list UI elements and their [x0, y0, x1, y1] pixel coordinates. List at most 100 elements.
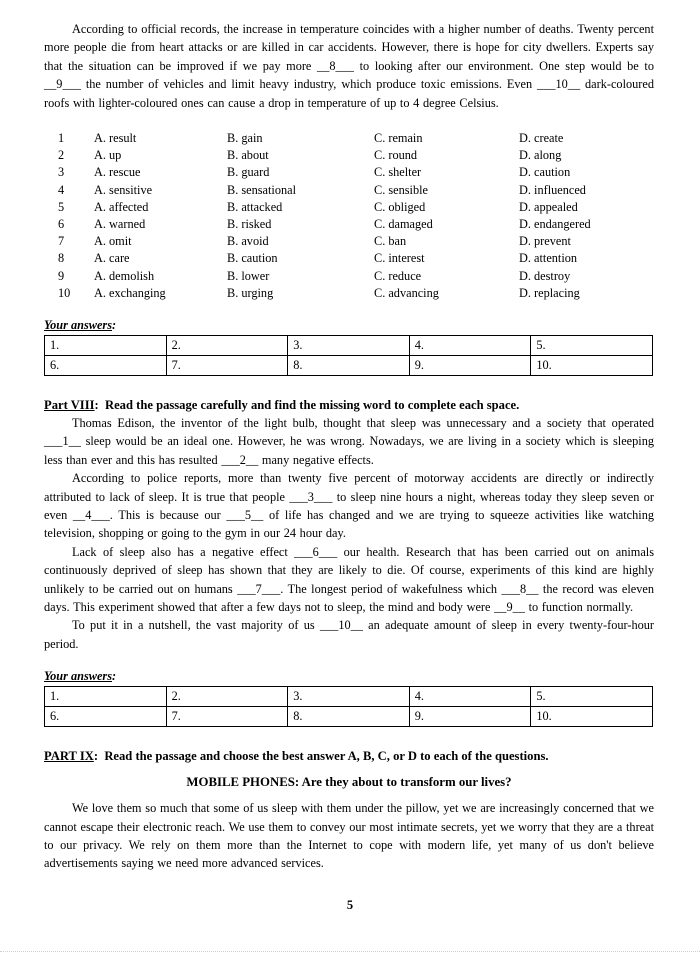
- mobile-phones-passage-title: MOBILE PHONES: Are they about to transfo…: [186, 775, 512, 790]
- answer-cell[interactable]: 6.: [44, 354, 167, 376]
- mc-number: 8: [58, 251, 65, 266]
- mc-number: 3: [58, 165, 65, 180]
- your-answers-text: Your answers: [44, 669, 112, 684]
- page-number: 5: [346, 898, 354, 912]
- answer-cell[interactable]: 7.: [165, 354, 289, 376]
- your-answers-colon: :: [112, 317, 117, 332]
- mc-option-a[interactable]: A. care: [94, 250, 130, 267]
- mc-option-c[interactable]: C. round: [374, 147, 417, 164]
- part-viii-paragraph-4: To put it in a nutshell, the vast majori…: [44, 618, 654, 651]
- mc-option-d[interactable]: D. influenced: [519, 182, 586, 199]
- mc-option-b[interactable]: B. sensational: [227, 182, 296, 199]
- answer-cell[interactable]: 7.: [165, 706, 289, 728]
- mc-option-a[interactable]: A. warned: [94, 216, 145, 233]
- mc-row: 8 A. care B. caution C. interest D. atte…: [44, 250, 654, 267]
- cloze-passage-paragraph: According to official records, the incre…: [44, 22, 654, 110]
- mc-option-b[interactable]: B. guard: [227, 164, 269, 181]
- mc-option-b[interactable]: B. attacked: [227, 199, 282, 216]
- mc-row: 6 A. warned B. risked C. damaged D. enda…: [44, 216, 654, 233]
- answer-cell[interactable]: 9.: [408, 354, 532, 376]
- mc-option-a[interactable]: A. affected: [94, 199, 148, 216]
- mc-option-c[interactable]: C. obliged: [374, 199, 425, 216]
- answer-cell[interactable]: 5.: [530, 334, 653, 356]
- answers-table-2: 1. 2. 3. 4. 5. 6. 7. 8. 9. 10.: [44, 686, 653, 728]
- answer-cell[interactable]: 8.: [287, 354, 410, 376]
- answer-cell[interactable]: 3.: [287, 334, 410, 356]
- mc-option-d[interactable]: D. along: [519, 147, 561, 164]
- mc-option-d[interactable]: D. attention: [519, 250, 577, 267]
- answer-cell[interactable]: 4.: [408, 686, 532, 708]
- mc-option-b[interactable]: B. about: [227, 147, 269, 164]
- table-row: 1. 2. 3. 4. 5.: [44, 686, 653, 708]
- answer-cell[interactable]: 1.: [44, 686, 167, 708]
- answer-cell[interactable]: 2.: [165, 334, 289, 356]
- mc-option-d[interactable]: D. create: [519, 130, 563, 147]
- mc-number: 10: [58, 285, 71, 300]
- answer-cell[interactable]: 9.: [408, 706, 532, 728]
- mc-option-b[interactable]: B. caution: [227, 250, 278, 267]
- mc-option-b[interactable]: B. gain: [227, 130, 263, 147]
- mc-option-b[interactable]: B. risked: [227, 216, 271, 233]
- part-viii-instruction: Read the passage carefully and find the …: [105, 397, 520, 412]
- mc-row: 5 A. affected B. attacked C. obliged D. …: [44, 199, 654, 216]
- part-viii-colon: :: [94, 397, 99, 412]
- mc-option-d[interactable]: D. replacing: [519, 285, 580, 302]
- answers-table-1: 1. 2. 3. 4. 5. 6. 7. 8. 9. 10.: [44, 334, 653, 376]
- mc-number: 1: [58, 131, 65, 146]
- mc-option-a[interactable]: A. rescue: [94, 164, 140, 181]
- mc-option-c[interactable]: C. reduce: [374, 268, 421, 285]
- table-row: 6. 7. 8. 9. 10.: [44, 706, 653, 728]
- mc-option-d[interactable]: D. destroy: [519, 268, 570, 285]
- mc-option-d[interactable]: D. prevent: [519, 233, 571, 250]
- mc-option-b[interactable]: B. lower: [227, 268, 269, 285]
- part-ix-instruction: Read the passage and choose the best ans…: [104, 749, 549, 764]
- part-viii-paragraph-2: According to police reports, more than t…: [44, 471, 654, 541]
- your-answers-label-2: Your answers:: [44, 669, 654, 684]
- answer-cell[interactable]: 10.: [530, 706, 653, 728]
- answer-cell[interactable]: 4.: [408, 334, 532, 356]
- multiple-choice-options: 1 A. result B. gain C. remain D. create …: [44, 130, 654, 302]
- mc-option-c[interactable]: C. damaged: [374, 216, 433, 233]
- mc-option-b[interactable]: B. urging: [227, 285, 273, 302]
- part-viii-heading: Part VIII: Read the passage carefully an…: [44, 396, 654, 414]
- mc-option-a[interactable]: A. exchanging: [94, 285, 166, 302]
- mc-option-c[interactable]: C. ban: [374, 233, 406, 250]
- answer-cell[interactable]: 6.: [44, 706, 167, 728]
- mc-row: 10 A. exchanging B. urging C. advancing …: [44, 285, 654, 302]
- mc-row: 7 A. omit B. avoid C. ban D. prevent: [44, 233, 654, 250]
- mc-option-d[interactable]: D. appealed: [519, 199, 578, 216]
- mc-option-c[interactable]: C. interest: [374, 250, 425, 267]
- mc-option-c[interactable]: C. shelter: [374, 164, 421, 181]
- mc-option-c[interactable]: C. advancing: [374, 285, 439, 302]
- mc-row: 1 A. result B. gain C. remain D. create: [44, 130, 654, 147]
- answer-cell[interactable]: 5.: [530, 686, 653, 708]
- part-viii-paragraph-1: Thomas Edison, the inventor of the light…: [44, 415, 654, 467]
- mc-option-c[interactable]: C. sensible: [374, 182, 428, 199]
- mc-option-a[interactable]: A. sensitive: [94, 182, 152, 199]
- mc-option-a[interactable]: A. result: [94, 130, 136, 147]
- mc-option-a[interactable]: A. up: [94, 147, 121, 164]
- document-page: According to official records, the incre…: [0, 0, 700, 960]
- your-answers-colon: :: [112, 669, 117, 684]
- mc-option-d[interactable]: D. caution: [519, 164, 570, 181]
- answer-cell[interactable]: 8.: [287, 706, 410, 728]
- mc-number: 7: [58, 234, 65, 249]
- mc-option-d[interactable]: D. endangered: [519, 216, 591, 233]
- part-ix-colon: :: [93, 749, 99, 764]
- your-answers-label-1: Your answers:: [44, 318, 654, 333]
- your-answers-text: Your answers: [44, 317, 112, 332]
- part-viii-label: Part VIII: [44, 397, 95, 412]
- mc-row: 2 A. up B. about C. round D. along: [44, 147, 654, 164]
- mc-option-b[interactable]: B. avoid: [227, 233, 269, 250]
- mc-number: 9: [58, 268, 65, 283]
- mc-option-c[interactable]: C. remain: [374, 130, 423, 147]
- table-row: 1. 2. 3. 4. 5.: [44, 334, 653, 356]
- mc-option-a[interactable]: A. demolish: [94, 268, 154, 285]
- answer-cell[interactable]: 3.: [287, 686, 410, 708]
- part-ix-label: PART IX: [44, 749, 94, 764]
- answer-cell[interactable]: 2.: [165, 686, 289, 708]
- footer-divider: [0, 951, 700, 952]
- mc-option-a[interactable]: A. omit: [94, 233, 132, 250]
- answer-cell[interactable]: 10.: [530, 354, 653, 376]
- answer-cell[interactable]: 1.: [44, 334, 167, 356]
